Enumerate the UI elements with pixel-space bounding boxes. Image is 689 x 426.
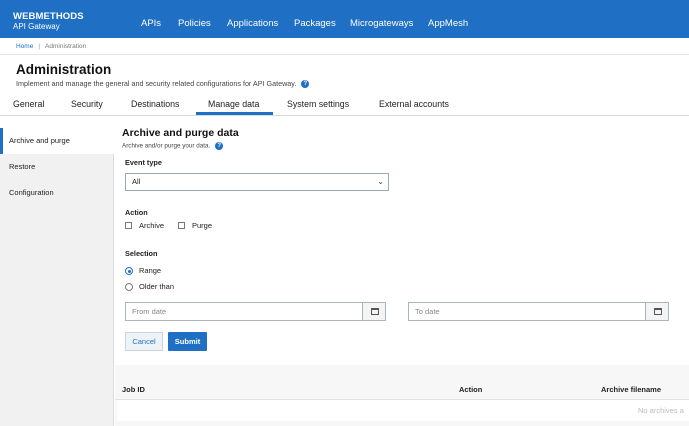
purge-checkbox-label[interactable]: Purge: [192, 221, 212, 230]
table-row: [117, 400, 689, 421]
event-type-label: Event type: [125, 158, 162, 167]
page-subtitle-text: Implement and manage the general and sec…: [16, 79, 297, 88]
nav-packages[interactable]: Packages: [294, 18, 336, 29]
chevron-down-icon: ⌄: [377, 177, 384, 186]
action-label: Action: [125, 208, 148, 217]
cancel-button[interactable]: Cancel: [125, 332, 163, 351]
column-header-archive-filename[interactable]: Archive filename: [601, 385, 661, 394]
brand-logo[interactable]: WEBMETHODS API Gateway: [13, 12, 84, 32]
nav-policies[interactable]: Policies: [178, 18, 211, 29]
tab-general[interactable]: General: [13, 99, 44, 109]
nav-appmesh[interactable]: AppMesh: [428, 18, 468, 29]
page-subtitle: Implement and manage the general and sec…: [16, 79, 310, 89]
range-radio-label[interactable]: Range: [139, 266, 161, 275]
calendar-icon: [654, 308, 662, 315]
tabs-divider: [0, 115, 689, 116]
tab-manage-data[interactable]: Manage data: [208, 99, 259, 109]
nav-microgateways[interactable]: Microgateways: [350, 18, 413, 29]
tab-destinations[interactable]: Destinations: [131, 99, 179, 109]
from-date-calendar-button[interactable]: [362, 302, 386, 321]
brand-product: API Gateway: [13, 22, 60, 31]
from-date-input[interactable]: From date: [125, 302, 363, 321]
purge-checkbox[interactable]: [178, 222, 185, 229]
breadcrumb-separator: |: [38, 43, 41, 50]
selection-label: Selection: [125, 249, 158, 258]
older-than-radio-label[interactable]: Older than: [139, 282, 174, 291]
to-date-input[interactable]: To date: [408, 302, 646, 321]
sidebar-item-restore[interactable]: Restore: [0, 154, 114, 180]
archive-checkbox[interactable]: [125, 222, 132, 229]
brand-name: WEBMETHODS: [13, 11, 84, 22]
section-subtitle-text: Archive and/or purge your data.: [122, 142, 211, 150]
column-header-job-id[interactable]: Job ID: [122, 385, 145, 394]
column-header-action[interactable]: Action: [459, 385, 482, 394]
nav-apis[interactable]: APIs: [141, 18, 161, 29]
tab-system-settings[interactable]: System settings: [287, 99, 349, 109]
event-type-select[interactable]: All ⌄: [125, 173, 389, 191]
sidebar: Archive and purge Restore Configuration: [0, 128, 114, 426]
breadcrumb-divider: [0, 54, 689, 55]
page-title: Administration: [16, 62, 112, 77]
top-navigation-bar: WEBMETHODS API Gateway APIs Policies App…: [0, 0, 689, 38]
section-subtitle: Archive and/or purge your data.?: [122, 142, 224, 150]
help-icon[interactable]: ?: [215, 142, 224, 150]
to-date-calendar-button[interactable]: [645, 302, 669, 321]
tab-external-accounts[interactable]: External accounts: [379, 99, 449, 109]
breadcrumb-current: Administration: [45, 43, 87, 50]
range-radio[interactable]: [125, 267, 133, 275]
submit-button[interactable]: Submit: [168, 332, 207, 351]
breadcrumb-home[interactable]: Home: [16, 43, 33, 50]
tab-security[interactable]: Security: [71, 99, 103, 109]
breadcrumb: Home | Administration: [16, 43, 86, 50]
sidebar-item-archive-and-purge[interactable]: Archive and purge: [0, 128, 114, 154]
sidebar-item-configuration[interactable]: Configuration: [0, 180, 114, 206]
nav-applications[interactable]: Applications: [227, 18, 278, 29]
archive-checkbox-label[interactable]: Archive: [139, 221, 164, 230]
older-than-radio[interactable]: [125, 283, 133, 291]
empty-table-message: No archives a: [638, 406, 684, 415]
help-icon[interactable]: ?: [301, 80, 310, 89]
section-title: Archive and purge data: [122, 127, 239, 139]
calendar-icon: [371, 308, 379, 315]
event-type-value: All: [132, 177, 141, 186]
